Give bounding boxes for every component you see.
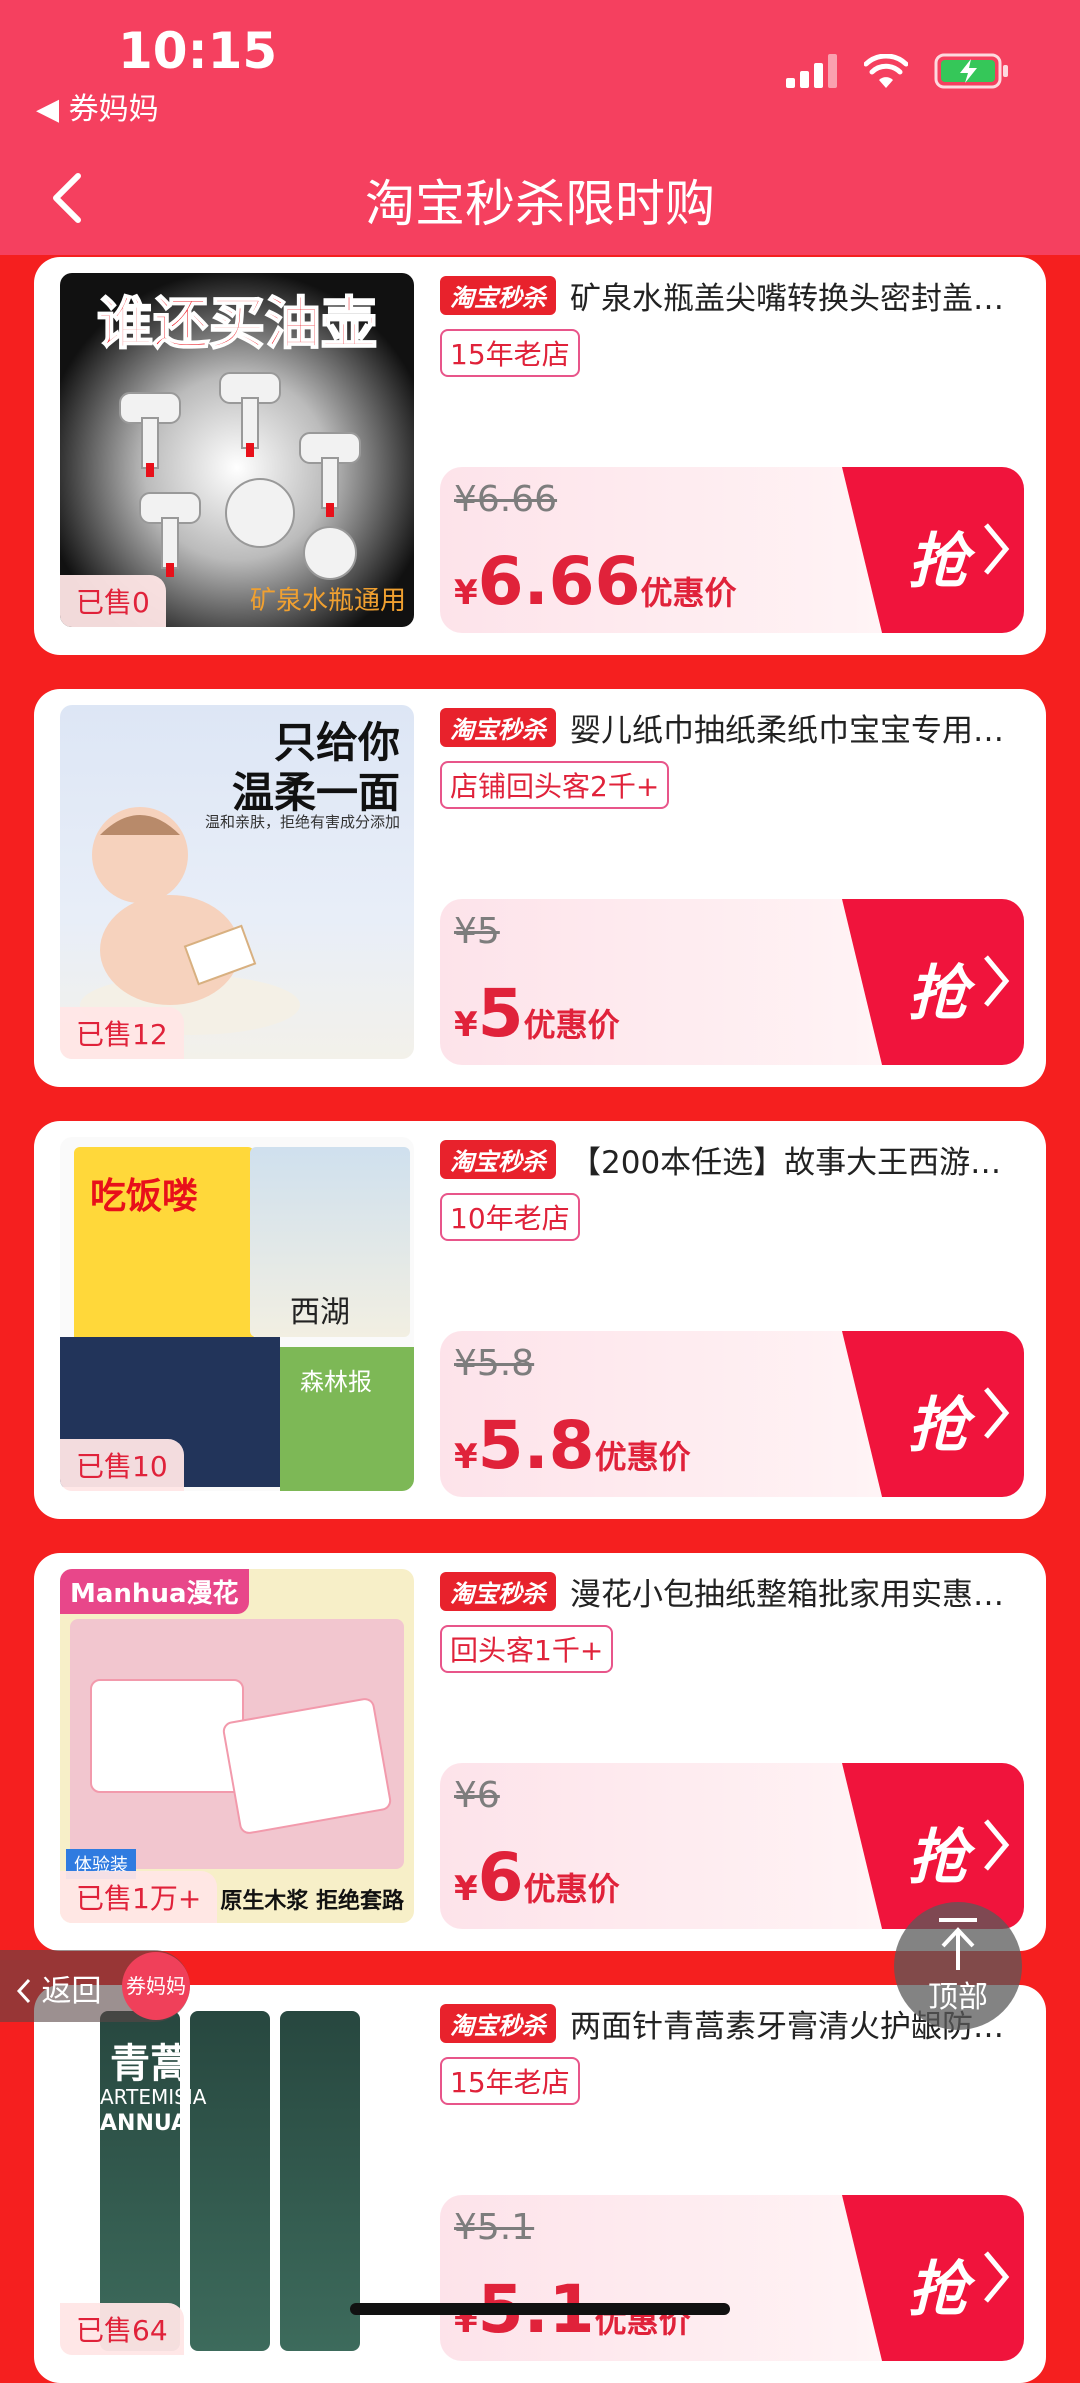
product-card[interactable]: 只给你 温柔一面 温和亲肤，拒绝有害成分添加 已售12 淘宝秒杀 婴儿纸巾抽纸柔… <box>34 689 1046 1087</box>
home-indicator <box>350 2303 730 2315</box>
original-price: ¥5.1 <box>454 2207 535 2248</box>
sold-count: 已售1万+ <box>60 1871 218 1923</box>
taobao-seckill-tag: 淘宝秒杀 <box>440 1572 556 1611</box>
original-price: ¥6.66 <box>454 479 558 520</box>
image-text: 吃饭喽 <box>90 1176 199 1217</box>
back-to-top-label: 顶部 <box>928 1980 988 2015</box>
grab-button[interactable]: 抢 <box>842 2195 1024 2361</box>
image-text: 森林报 <box>300 1368 372 1396</box>
image-caption: 矿泉水瓶通用 <box>249 586 406 616</box>
image-text: ARTEMISIA <box>100 2085 207 2109</box>
signal-icon <box>786 54 837 88</box>
image-text: 西湖 <box>290 1295 350 1330</box>
image-text: Manhua漫花 <box>60 1569 249 1614</box>
deal-price: ¥6优惠价 <box>454 1839 620 1916</box>
back-to-top-button[interactable]: 顶部 <box>894 1902 1022 2030</box>
shop-badge: 店铺回头客2千+ <box>440 761 670 809</box>
price-box[interactable]: ¥5.1 ¥5.1优惠价 抢 <box>440 2195 1024 2361</box>
product-image: 吃饭喽 西湖 森林报 已售10 <box>60 1137 414 1491</box>
image-text: ANNUA <box>100 2111 189 2136</box>
chevron-left-icon <box>16 1978 31 2004</box>
taobao-seckill-tag: 淘宝秒杀 <box>440 708 556 747</box>
image-text: 谁还买油壶 <box>96 291 378 358</box>
shop-badge: 15年老店 <box>440 2057 580 2105</box>
baby-illustration <box>80 807 300 1035</box>
product-title: 矿泉水瓶盖尖嘴转换头密封盖… <box>570 281 1004 317</box>
sold-count: 已售64 <box>60 2303 184 2355</box>
product-image: 只给你 温柔一面 温和亲肤，拒绝有害成分添加 已售12 <box>60 705 414 1059</box>
title-row: 淘宝秒杀 漫花小包抽纸整箱批家用实惠… <box>440 1569 1024 1614</box>
nav-bar: 淘宝秒杀限时购 <box>0 150 1080 255</box>
shop-badge: 10年老店 <box>440 1193 580 1241</box>
chevron-right-icon <box>984 1819 1010 1871</box>
image-text: 青蒿 <box>110 2041 190 2087</box>
price-box[interactable]: ¥5 ¥5优惠价 抢 <box>440 899 1024 1065</box>
taobao-seckill-tag: 淘宝秒杀 <box>440 276 556 315</box>
shop-badge: 回头客1千+ <box>440 1625 614 1673</box>
product-title: 婴儿纸巾抽纸柔纸巾宝宝专用… <box>570 713 1004 749</box>
arrow-up-icon <box>939 1918 977 1970</box>
status-icons <box>786 52 1010 90</box>
price-box[interactable]: ¥5.8 ¥5.8优惠价 抢 <box>440 1331 1024 1497</box>
price-box[interactable]: ¥6.66 ¥6.66优惠价 抢 <box>440 467 1024 633</box>
product-image: 青蒿 ARTEMISIA ANNUA 已售64 <box>60 2001 414 2355</box>
chevron-right-icon <box>984 955 1010 1007</box>
product-title: 漫花小包抽纸整箱批家用实惠… <box>570 1577 1004 1613</box>
grab-button[interactable]: 抢 <box>842 899 1024 1065</box>
sold-count: 已售10 <box>60 1439 184 1491</box>
app-logo: 券妈妈 <box>122 1952 190 2020</box>
chevron-right-icon <box>984 2251 1010 2303</box>
grab-button[interactable]: 抢 <box>842 1763 1024 1929</box>
product-image: Manhua漫花 体验装 原生木浆 拒绝套路 已售1万+ <box>60 1569 414 1923</box>
chevron-right-icon <box>984 1387 1010 1439</box>
title-row: 淘宝秒杀 矿泉水瓶盖尖嘴转换头密封盖… <box>440 273 1024 318</box>
product-card[interactable]: 谁还买油壶 矿泉水瓶通用 已售0 淘宝秒杀 矿泉水瓶盖尖嘴转换头密封盖… 15年… <box>34 257 1046 655</box>
product-image: 谁还买油壶 矿泉水瓶通用 已售0 <box>60 273 414 627</box>
product-title: 【200本任选】故事大王西游… <box>570 1145 1002 1181</box>
taobao-seckill-tag: 淘宝秒杀 <box>440 2004 556 2043</box>
cap-illustration <box>119 372 361 580</box>
shop-badge: 15年老店 <box>440 329 580 377</box>
price-box[interactable]: ¥6 ¥6优惠价 抢 <box>440 1763 1024 1929</box>
taobao-seckill-tag: 淘宝秒杀 <box>440 1140 556 1179</box>
original-price: ¥5 <box>454 911 500 952</box>
original-price: ¥5.8 <box>454 1343 535 1384</box>
back-to-app-link[interactable]: ◀ 券妈妈 <box>36 84 159 128</box>
sold-count: 已售0 <box>60 575 166 627</box>
chevron-right-icon <box>984 523 1010 575</box>
product-card[interactable]: 吃饭喽 西湖 森林报 已售10 淘宝秒杀 【200本任选】故事大王西游… 10年… <box>34 1121 1046 1519</box>
product-card[interactable]: 青蒿 ARTEMISIA ANNUA 已售64 淘宝秒杀 两面针青蒿素牙膏清火护… <box>34 1985 1046 2383</box>
grab-button[interactable]: 抢 <box>842 467 1024 633</box>
deal-price: ¥6.66优惠价 <box>454 543 737 620</box>
title-row: 淘宝秒杀 【200本任选】故事大王西游… <box>440 1137 1024 1182</box>
deal-price: ¥5优惠价 <box>454 975 620 1052</box>
page-title: 淘宝秒杀限时购 <box>365 175 715 233</box>
sold-count: 已售12 <box>60 1007 184 1059</box>
battery-charging-icon <box>934 53 1008 89</box>
floating-back-label: 返回 <box>16 1966 102 2010</box>
status-time: 10:15 <box>118 22 278 80</box>
deal-price: ¥5.8优惠价 <box>454 1407 691 1484</box>
product-card[interactable]: Manhua漫花 体验装 原生木浆 拒绝套路 已售1万+ 淘宝秒杀 漫花小包抽纸… <box>34 1553 1046 1951</box>
original-price: ¥6 <box>454 1775 500 1816</box>
title-row: 淘宝秒杀 婴儿纸巾抽纸柔纸巾宝宝专用… <box>440 705 1024 750</box>
wifi-icon <box>864 54 908 88</box>
grab-button[interactable]: 抢 <box>842 1331 1024 1497</box>
floating-back-button[interactable]: 返回 券妈妈 <box>0 1950 190 2022</box>
